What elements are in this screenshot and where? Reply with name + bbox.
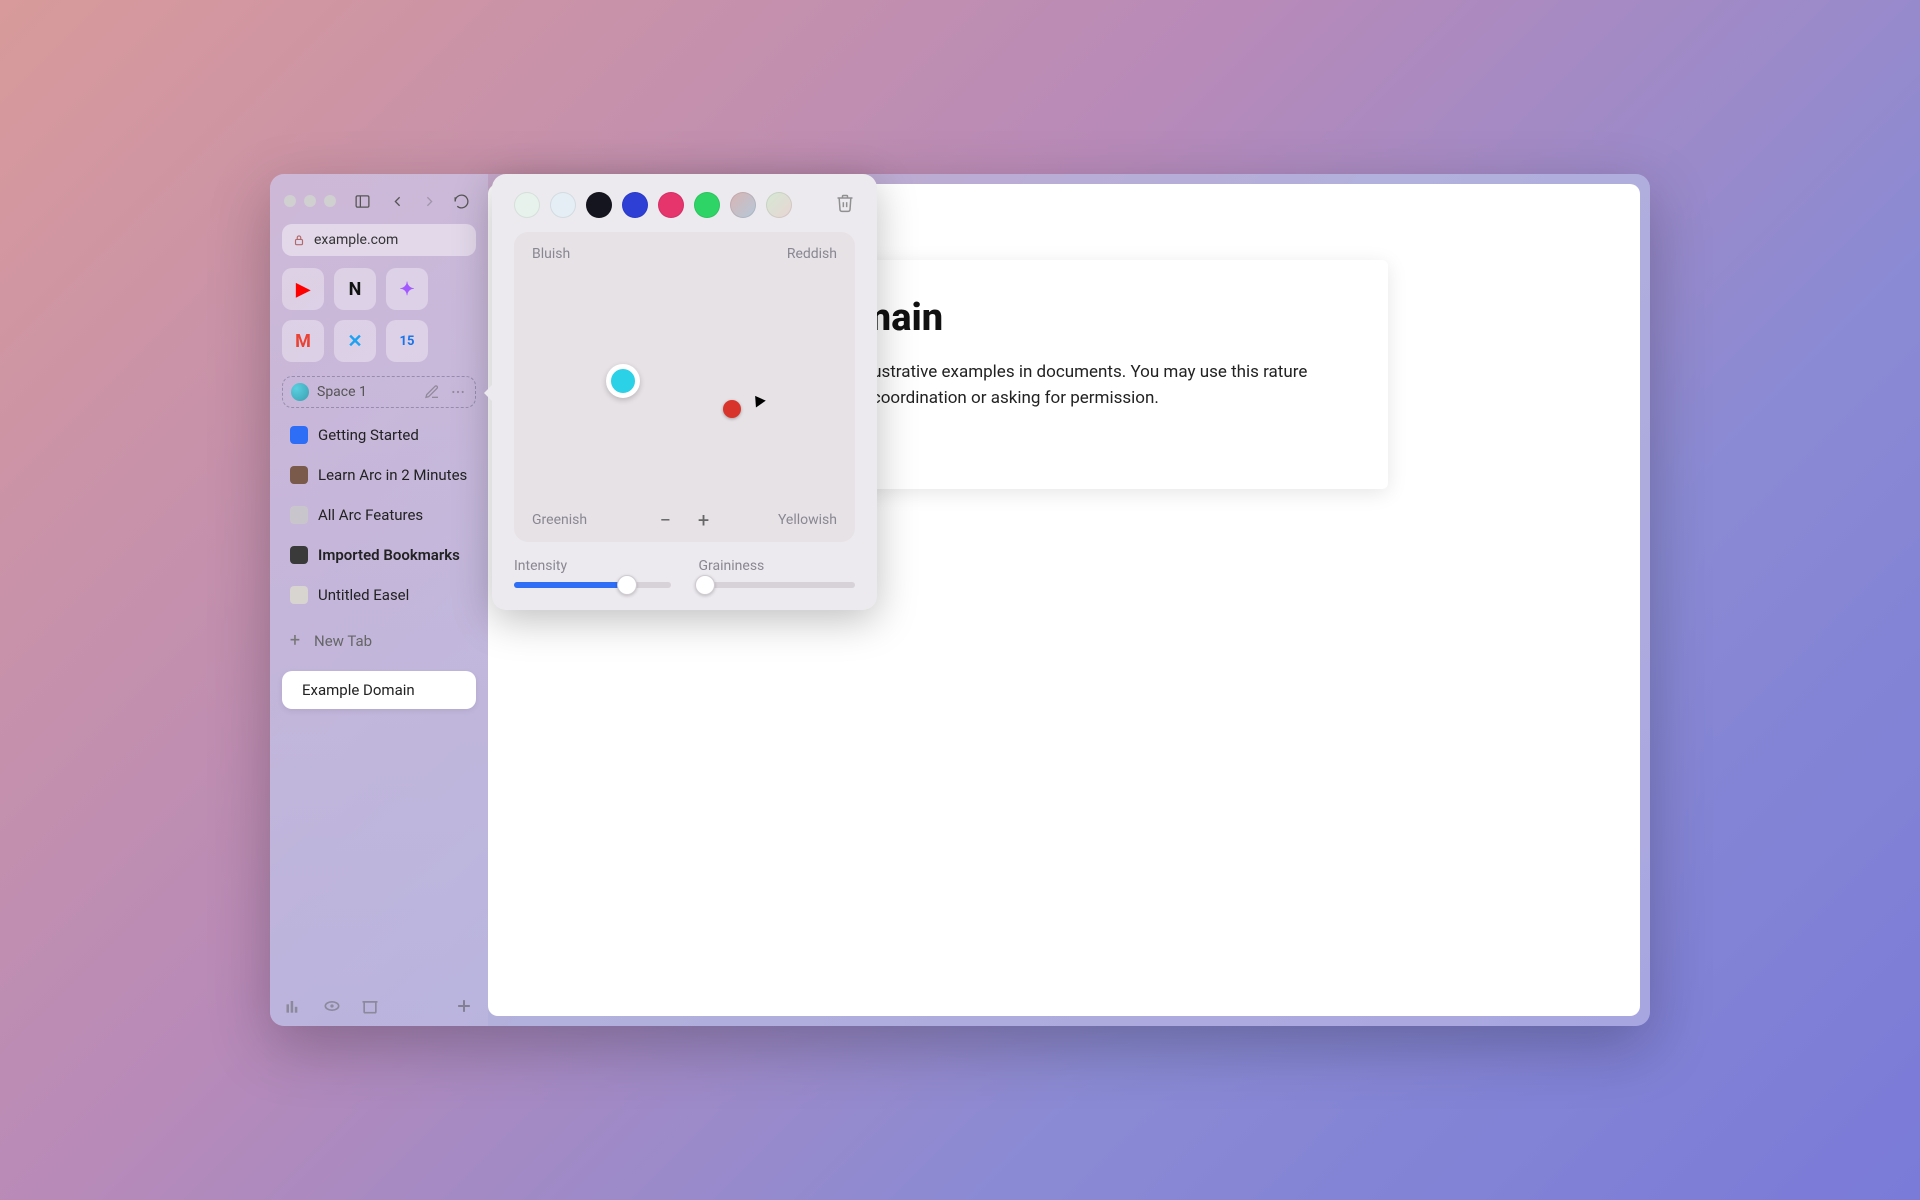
pad-minus-button[interactable]: − bbox=[654, 508, 678, 532]
space-selector[interactable]: Space 1 bbox=[282, 376, 476, 408]
graininess-slider[interactable] bbox=[699, 582, 856, 588]
url-text: example.com bbox=[314, 232, 398, 248]
graininess-thumb[interactable] bbox=[695, 575, 715, 595]
learn-arc-icon bbox=[290, 466, 308, 484]
intensity-thumb[interactable] bbox=[617, 575, 637, 595]
theme-swatch-4[interactable] bbox=[658, 192, 684, 218]
forward-icon[interactable] bbox=[416, 188, 442, 214]
color-picker-pad[interactable]: Bluish Reddish Greenish Yellowish − + bbox=[514, 232, 855, 542]
pinned-tabs: ▶ N ✦ M ✕ 15 bbox=[278, 268, 480, 372]
space-more-icon[interactable] bbox=[449, 383, 467, 401]
slider-row: Intensity Graininess bbox=[514, 558, 855, 588]
add-space-icon[interactable] bbox=[454, 996, 474, 1016]
traffic-close[interactable] bbox=[284, 195, 296, 207]
library-icon[interactable] bbox=[284, 996, 304, 1016]
pinned-tab-notion[interactable]: N bbox=[334, 268, 376, 310]
edit-space-icon[interactable] bbox=[423, 383, 441, 401]
traffic-zoom[interactable] bbox=[324, 195, 336, 207]
archive-icon[interactable] bbox=[360, 996, 380, 1016]
browser-window: example.com ▶ N ✦ M ✕ 15 Space 1 Getting Star… bbox=[270, 174, 1650, 1026]
plus-icon: + bbox=[286, 630, 304, 651]
lock-icon bbox=[292, 233, 306, 247]
pinned-tab-youtube[interactable]: ▶ bbox=[282, 268, 324, 310]
graininess-label: Graininess bbox=[699, 558, 856, 574]
youtube-icon: ▶ bbox=[296, 279, 310, 300]
back-icon[interactable] bbox=[384, 188, 410, 214]
sidebar-item-learn-arc[interactable]: Learn Arc in 2 Minutes bbox=[282, 456, 476, 494]
space-indicator-icon[interactable] bbox=[322, 996, 342, 1016]
reload-icon[interactable] bbox=[448, 188, 474, 214]
theme-swatch-2[interactable] bbox=[586, 192, 612, 218]
pinned-tab-gmail[interactable]: M bbox=[282, 320, 324, 362]
space-icon bbox=[291, 383, 309, 401]
untitled-easel-icon bbox=[290, 586, 308, 604]
sidebar-item-label: All Arc Features bbox=[318, 506, 423, 524]
new-tab-button[interactable]: + New Tab bbox=[278, 620, 480, 661]
favorites-list: Getting Started Learn Arc in 2 Minutes All… bbox=[278, 416, 480, 614]
cursor-icon bbox=[750, 392, 766, 407]
space-name: Space 1 bbox=[317, 384, 367, 400]
sidebar: example.com ▶ N ✦ M ✕ 15 Space 1 Getting Star… bbox=[270, 174, 488, 1026]
sidebar-item-label: Imported Bookmarks bbox=[318, 546, 460, 564]
intensity-slider[interactable] bbox=[514, 582, 671, 588]
delete-theme-icon[interactable] bbox=[835, 193, 855, 217]
window-top-controls bbox=[278, 184, 480, 224]
notion-icon: N bbox=[349, 279, 362, 300]
theme-swatch-7[interactable] bbox=[766, 192, 792, 218]
theme-swatch-6[interactable] bbox=[730, 192, 756, 218]
theme-swatch-3[interactable] bbox=[622, 192, 648, 218]
traffic-minimize[interactable] bbox=[304, 195, 316, 207]
color-handle-secondary[interactable] bbox=[723, 400, 741, 418]
twitter-icon: ✕ bbox=[347, 331, 362, 352]
url-bar[interactable]: example.com bbox=[282, 224, 476, 256]
sidebar-item-label: Untitled Easel bbox=[318, 586, 409, 604]
all-features-icon bbox=[290, 506, 308, 524]
swatch-row bbox=[514, 192, 855, 218]
gmail-icon: M bbox=[295, 331, 311, 352]
sidebar-item-all-features[interactable]: All Arc Features bbox=[282, 496, 476, 534]
getting-started-icon bbox=[290, 426, 308, 444]
pad-plus-button[interactable]: + bbox=[692, 508, 716, 532]
pad-label-greenish: Greenish bbox=[532, 512, 587, 528]
sidebar-item-imported-bookmarks[interactable]: Imported Bookmarks bbox=[282, 536, 476, 574]
calendar-icon: 15 bbox=[400, 334, 415, 349]
sidebar-item-label: Learn Arc in 2 Minutes bbox=[318, 466, 467, 484]
sidebar-toggle-icon[interactable] bbox=[352, 188, 372, 214]
theme-swatch-0[interactable] bbox=[514, 192, 540, 218]
new-tab-label: New Tab bbox=[314, 632, 372, 650]
sidebar-item-label: Getting Started bbox=[318, 426, 419, 444]
pad-label-bluish: Bluish bbox=[532, 246, 570, 262]
sidebar-footer bbox=[270, 986, 488, 1026]
intensity-label: Intensity bbox=[514, 558, 671, 574]
intensity-slider-group: Intensity bbox=[514, 558, 671, 588]
theme-popover: Bluish Reddish Greenish Yellowish − + In… bbox=[492, 174, 877, 610]
pad-label-yellowish: Yellowish bbox=[778, 512, 837, 528]
graininess-slider-group: Graininess bbox=[699, 558, 856, 588]
pad-label-reddish: Reddish bbox=[787, 246, 837, 262]
imported-bookmarks-icon bbox=[290, 546, 308, 564]
pinned-tab-figma[interactable]: ✦ bbox=[386, 268, 428, 310]
figma-icon: ✦ bbox=[399, 279, 414, 300]
pad-zoom-controls: − + bbox=[654, 508, 716, 532]
color-handle-primary[interactable] bbox=[606, 364, 640, 398]
sidebar-item-untitled-easel[interactable]: Untitled Easel bbox=[282, 576, 476, 614]
sidebar-item-getting-started[interactable]: Getting Started bbox=[282, 416, 476, 454]
active-tab-label: Example Domain bbox=[302, 681, 415, 699]
active-tab[interactable]: Example Domain bbox=[282, 671, 476, 709]
theme-swatch-1[interactable] bbox=[550, 192, 576, 218]
pinned-tab-twitter[interactable]: ✕ bbox=[334, 320, 376, 362]
traffic-lights[interactable] bbox=[284, 195, 336, 207]
pinned-tab-calendar[interactable]: 15 bbox=[386, 320, 428, 362]
theme-swatch-5[interactable] bbox=[694, 192, 720, 218]
